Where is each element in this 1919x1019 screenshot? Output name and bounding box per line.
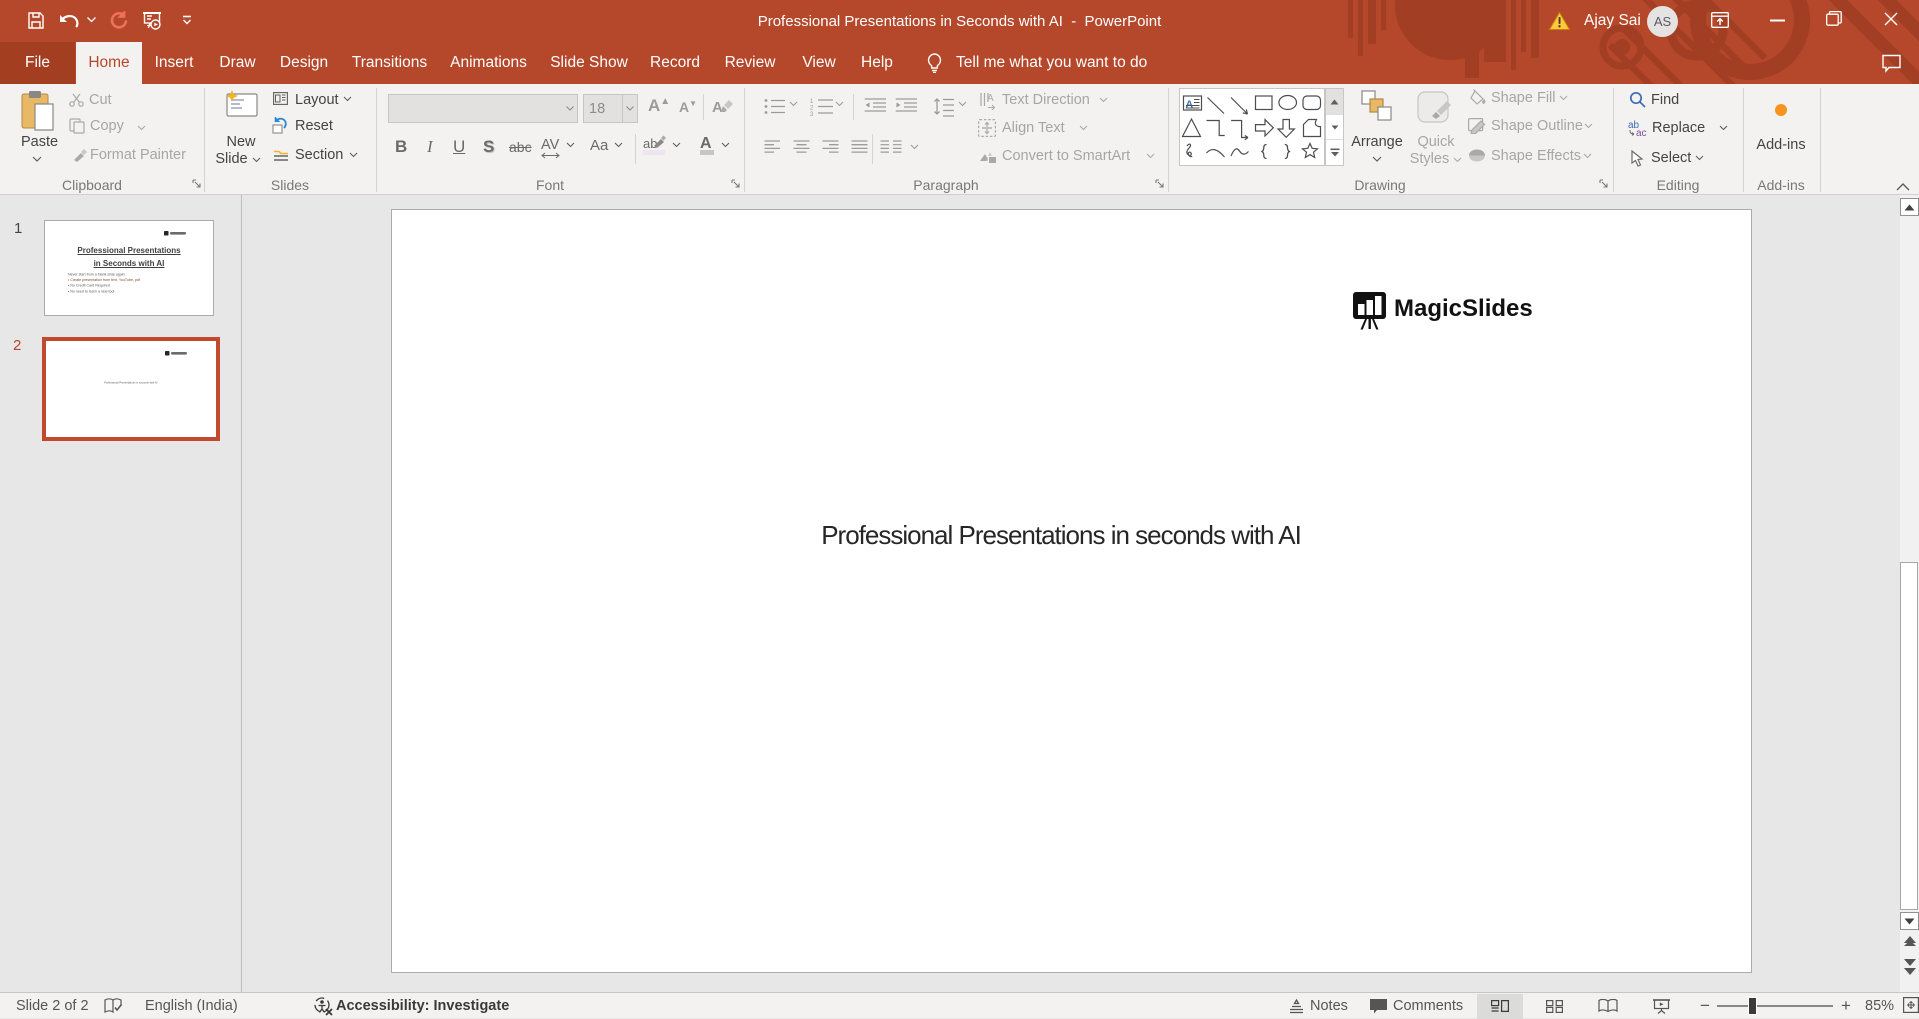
svg-text:2: 2 — [810, 106, 814, 112]
svg-text:A: A — [987, 93, 994, 104]
svg-text:A: A — [1186, 99, 1194, 111]
svg-text:3: 3 — [810, 112, 814, 116]
svg-text:A: A — [712, 99, 723, 116]
svg-text:ac: ac — [1636, 128, 1647, 137]
svg-text:1: 1 — [810, 99, 814, 105]
